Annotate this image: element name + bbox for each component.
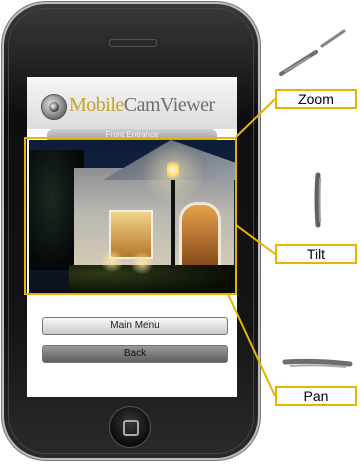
tilt-callout-line (235, 224, 276, 255)
zoom-callout-label: Zoom (275, 89, 357, 109)
pinch-stroke-icon (279, 29, 346, 76)
vertical-stroke-icon (314, 172, 321, 228)
pan-callout-line (227, 293, 276, 397)
horizontal-stroke-icon (282, 358, 353, 368)
zoom-callout-line (235, 98, 276, 138)
pan-callout-label: Pan (275, 386, 357, 406)
tilt-callout-label: Tilt (275, 244, 357, 264)
